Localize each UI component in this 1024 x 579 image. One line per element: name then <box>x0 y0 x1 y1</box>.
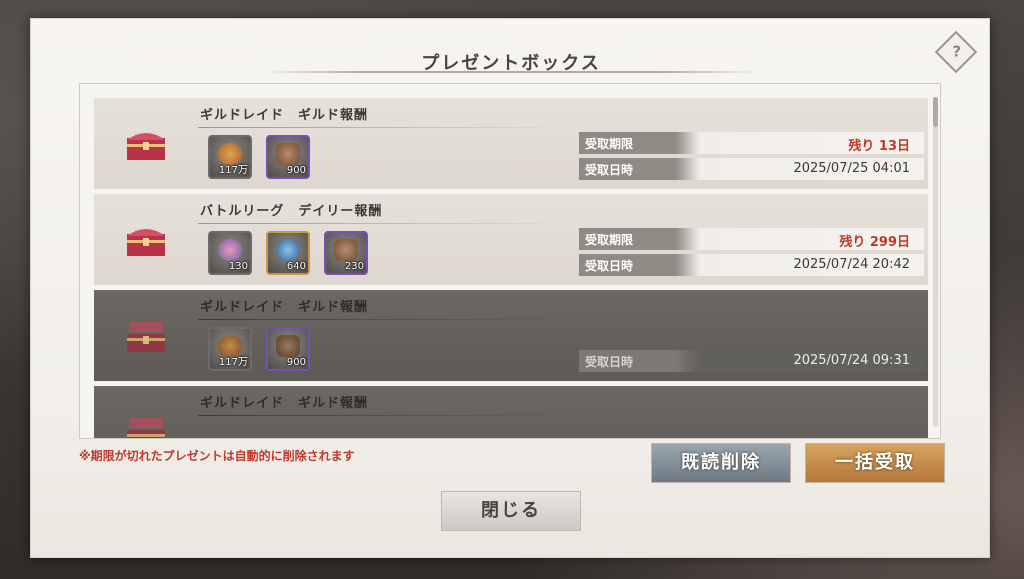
deadline-label: 受取期限 <box>585 137 634 151</box>
received-date-value: 2025/07/24 09:31 <box>793 353 910 368</box>
received-date-label: 受取日時 <box>585 259 634 273</box>
treasure-chest-icon <box>127 229 165 256</box>
medal-icon <box>276 239 300 261</box>
open-chest-icon <box>127 322 165 352</box>
expiry-note: ※期限が切れたプレゼントは自動的に削除されます <box>79 449 355 463</box>
row-title-rule <box>198 319 568 320</box>
present-row[interactable]: バトルリーグ デイリー報酬 130 640 230 受取期限 残り 299日 受… <box>94 194 928 285</box>
item-quantity: 900 <box>286 165 306 176</box>
crystal-icon <box>218 239 242 261</box>
received-date-label: 受取日時 <box>585 355 634 369</box>
close-button[interactable]: 閉じる <box>441 491 581 531</box>
row-title-rule <box>198 127 568 128</box>
received-date-value: 2025/07/25 04:01 <box>793 161 910 176</box>
row-title: ギルドレイド ギルド報酬 <box>200 300 369 315</box>
list-scrollbar[interactable] <box>933 97 938 427</box>
received-date-label: 受取日時 <box>585 163 634 177</box>
reward-item[interactable]: 230 <box>324 231 368 275</box>
deadline-info: 受取期限 残り 299日 <box>579 228 924 250</box>
ore-icon <box>334 239 358 261</box>
reward-item[interactable]: 640 <box>266 231 310 275</box>
treasure-chest-icon <box>127 133 165 160</box>
item-quantity: 640 <box>286 261 306 272</box>
claim-all-button[interactable]: 一括受取 <box>805 443 945 483</box>
item-quantity: 230 <box>344 261 364 272</box>
deadline-label: 受取期限 <box>585 233 634 247</box>
reward-item[interactable]: 900 <box>266 327 310 371</box>
delete-read-button[interactable]: 既読削除 <box>651 443 791 483</box>
deadline-info: 受取期限 残り 13日 <box>579 132 924 154</box>
present-box-dialog: プレゼントボックス ? ギルドレイド ギルド報酬 117万 900 受取期限 残… <box>30 18 990 558</box>
row-title: ギルドレイド ギルド報酬 <box>200 396 369 411</box>
row-title-rule <box>198 415 568 416</box>
item-quantity: 117万 <box>218 357 248 368</box>
scrollbar-thumb[interactable] <box>933 97 938 127</box>
reward-item[interactable]: 117万 <box>208 327 252 371</box>
deadline-value: 残り 299日 <box>839 235 910 250</box>
received-date-value: 2025/07/24 20:42 <box>793 257 910 272</box>
item-quantity: 900 <box>286 357 306 368</box>
row-title-rule <box>198 223 568 224</box>
ore-icon <box>276 335 300 357</box>
received-date-info: 受取日時 2025/07/24 09:31 <box>579 350 924 372</box>
row-title: バトルリーグ デイリー報酬 <box>200 204 383 219</box>
received-date-info: 受取日時 2025/07/25 04:01 <box>579 158 924 180</box>
item-quantity: 130 <box>228 261 248 272</box>
present-list[interactable]: ギルドレイド ギルド報酬 117万 900 受取期限 残り 13日 受取日時 2… <box>79 83 941 439</box>
row-title: ギルドレイド ギルド報酬 <box>200 108 369 123</box>
reward-item[interactable]: 900 <box>266 135 310 179</box>
help-icon: ? <box>952 42 962 61</box>
reward-item[interactable]: 117万 <box>208 135 252 179</box>
title-divider <box>261 71 761 73</box>
received-date-info: 受取日時 2025/07/24 20:42 <box>579 254 924 276</box>
present-row[interactable]: ギルドレイド ギルド報酬 117万 900 受取期限 残り 13日 受取日時 2… <box>94 98 928 189</box>
item-quantity: 117万 <box>218 165 248 176</box>
open-chest-icon <box>127 418 165 438</box>
deadline-value: 残り 13日 <box>848 139 910 154</box>
reward-item[interactable]: 130 <box>208 231 252 275</box>
present-row-read[interactable]: ギルドレイド ギルド報酬 117万 900 受取日時 2025/07/24 09… <box>94 290 928 381</box>
ore-icon <box>276 143 300 165</box>
present-row-read[interactable]: ギルドレイド ギルド報酬 <box>94 386 928 438</box>
